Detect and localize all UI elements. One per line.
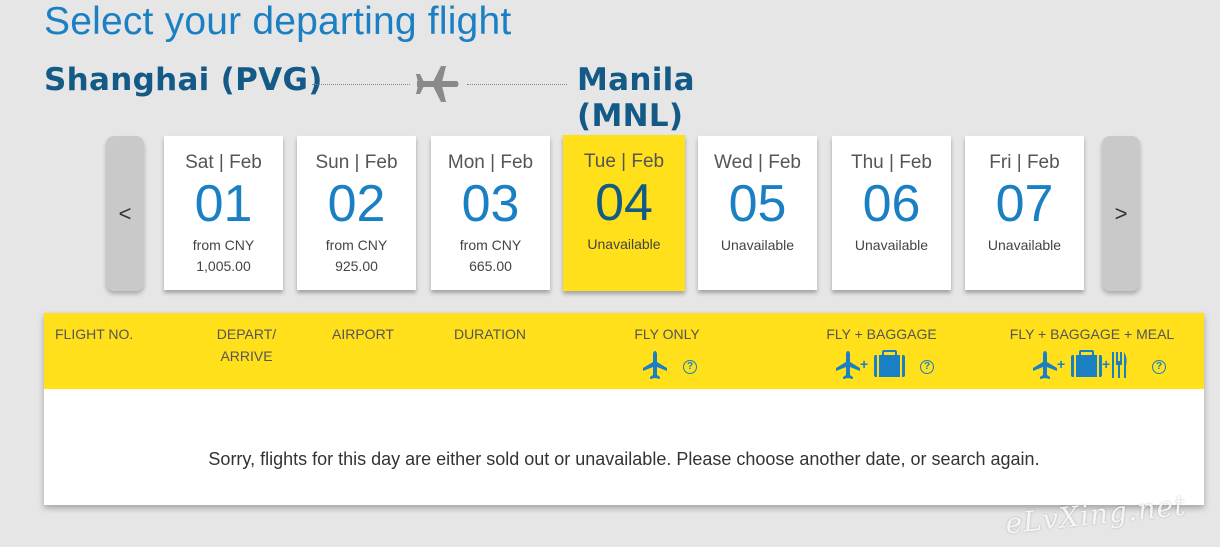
date-card-01[interactable]: Sat | Feb 01 from CNY 1,005.00 <box>164 136 283 290</box>
date-price-label: from CNY <box>459 237 522 253</box>
date-weekday: Wed | Feb <box>714 152 801 173</box>
flights-table: FLIGHT NO. DEPART/ ARRIVE AIRPORT DURATI… <box>44 313 1204 505</box>
svg-text:+: + <box>1057 356 1065 372</box>
date-status: Unavailable <box>987 237 1062 253</box>
date-carousel: < Sat | Feb 01 from CNY 1,005.00 Sun | F… <box>106 135 1142 293</box>
date-card-06[interactable]: Thu | Feb 06 Unavailable <box>832 136 951 290</box>
plane-icon <box>643 351 667 379</box>
plane-icon <box>416 66 459 102</box>
chevron-left-icon: < <box>118 200 132 226</box>
date-day: 01 <box>194 175 253 233</box>
date-price: 925.00 <box>335 258 378 274</box>
date-day: 02 <box>327 175 386 233</box>
date-status: Unavailable <box>587 236 661 252</box>
date-weekday: Sun | Feb <box>315 152 398 173</box>
date-price-label: from CNY <box>192 237 255 253</box>
date-weekday: Tue | Feb <box>583 151 665 172</box>
prev-dates-button[interactable]: < <box>106 136 144 291</box>
plane-baggage-meal-icon: + + <box>1033 350 1127 379</box>
date-card-03[interactable]: Mon | Feb 03 from CNY 665.00 <box>431 136 550 290</box>
destination-city: Manila (MNL) <box>577 62 695 134</box>
date-price: 1,005.00 <box>196 258 251 274</box>
date-status: Unavailable <box>854 237 929 253</box>
col-depart-label: DEPART/ <box>216 326 277 342</box>
date-status: Unavailable <box>720 237 795 253</box>
date-weekday: Thu | Feb <box>851 152 932 173</box>
origin-city: Shanghai (PVG) <box>44 62 323 98</box>
date-price: 665.00 <box>469 258 512 274</box>
route-header: Shanghai (PVG) Manila (MNL) <box>44 62 804 134</box>
date-card-05[interactable]: Wed | Feb 05 Unavailable <box>698 136 817 290</box>
date-day: 04 <box>595 174 653 232</box>
col-duration: DURATION <box>453 326 527 342</box>
date-weekday: Mon | Feb <box>447 152 534 173</box>
col-fly-baggage-meal: FLY + BAGGAGE + MEAL <box>1009 326 1175 342</box>
page-title: Select your departing flight <box>44 0 512 43</box>
col-airport: AIRPORT <box>332 326 394 342</box>
col-depart-arrive: DEPART/ ARRIVE <box>209 323 284 367</box>
date-card-07[interactable]: Fri | Feb 07 Unavailable <box>965 136 1084 290</box>
date-weekday: Sat | Feb <box>185 152 262 173</box>
date-day: 03 <box>461 175 520 233</box>
col-fly-baggage: FLY + BAGGAGE <box>826 326 937 342</box>
help-icon[interactable]: ? <box>920 360 934 374</box>
date-day: 07 <box>995 175 1054 233</box>
date-card-02[interactable]: Sun | Feb 02 from CNY 925.00 <box>297 136 416 290</box>
col-fly-only: FLY ONLY <box>634 326 700 342</box>
plane-baggage-icon: + <box>836 350 905 379</box>
route-divider-left <box>312 84 410 85</box>
col-arrive-label: ARRIVE <box>220 348 273 364</box>
route-divider-right <box>467 84 567 85</box>
table-body: Sorry, flights for this day are either s… <box>44 389 1204 505</box>
date-day: 05 <box>728 175 787 233</box>
empty-results-message: Sorry, flights for this day are either s… <box>208 449 1040 469</box>
date-day: 06 <box>862 175 921 233</box>
svg-text:+: + <box>860 356 868 372</box>
help-icon[interactable]: ? <box>683 360 697 374</box>
date-price-label: from CNY <box>325 237 388 253</box>
next-dates-button[interactable]: > <box>1102 136 1140 291</box>
table-header: FLIGHT NO. DEPART/ ARRIVE AIRPORT DURATI… <box>44 313 1204 389</box>
chevron-right-icon: > <box>1114 200 1128 226</box>
help-icon[interactable]: ? <box>1152 360 1166 374</box>
date-card-04-selected[interactable]: Tue | Feb 04 Unavailable <box>563 135 685 291</box>
date-weekday: Fri | Feb <box>989 152 1060 173</box>
col-flight-no: FLIGHT NO. <box>55 326 134 342</box>
svg-text:+: + <box>1102 356 1110 372</box>
